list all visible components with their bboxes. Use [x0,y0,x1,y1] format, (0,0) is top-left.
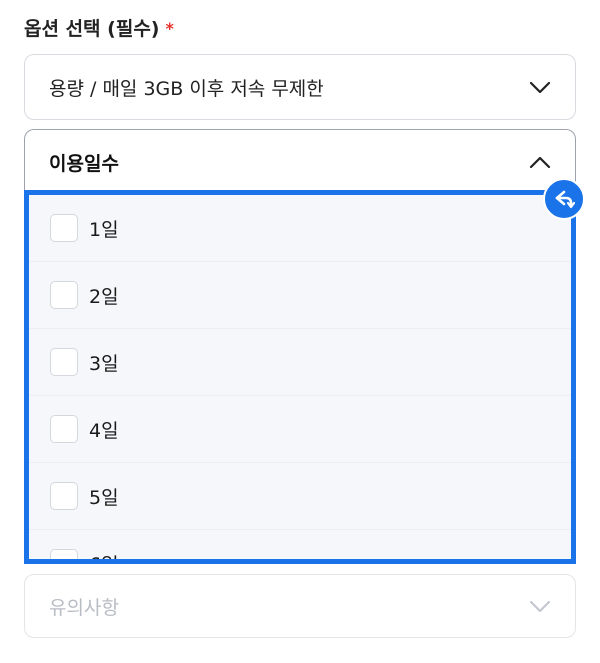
capacity-option-select[interactable]: 용량 / 매일 3GB 이후 저속 무제한 [24,54,576,120]
day-option-1[interactable]: 1일 [29,195,571,262]
days-option-list[interactable]: 1일 2일 3일 4일 5일 6일 [24,190,576,564]
day-option-label: 6일 [89,550,119,560]
day-option-label: 2일 [89,285,119,308]
notes-select[interactable]: 유의사항 [24,574,576,638]
chevron-down-icon [529,81,551,94]
days-dropdown-header[interactable]: 이용일수 [24,129,576,195]
swap-arrows-icon[interactable] [543,178,585,220]
checkbox[interactable] [50,415,78,443]
swap-arrows-glyph [555,190,576,209]
days-dropdown-title: 이용일수 [49,153,119,175]
checkbox[interactable] [50,281,78,309]
day-option-6[interactable]: 6일 [29,530,571,560]
day-option-label: 4일 [89,419,119,442]
option-selection-label-text: 옵션 선택 (필수) [24,18,160,40]
chevron-up-icon [529,156,551,168]
day-option-5[interactable]: 5일 [29,463,571,530]
day-option-label: 5일 [89,486,119,509]
day-option-label: 3일 [89,352,119,375]
day-option-3[interactable]: 3일 [29,329,571,396]
checkbox[interactable] [50,549,78,559]
notes-select-placeholder: 유의사항 [49,596,119,619]
chevron-down-icon [529,600,551,613]
checkbox[interactable] [50,348,78,376]
day-option-4[interactable]: 4일 [29,396,571,463]
option-selection-panel: 옵션 선택 (필수) * 용량 / 매일 3GB 이후 저속 무제한 이용일수 … [0,0,600,663]
checkbox[interactable] [50,214,78,242]
day-option-label: 1일 [89,218,119,241]
option-selection-label: 옵션 선택 (필수) * [24,14,174,41]
capacity-option-value: 용량 / 매일 3GB 이후 저속 무제한 [49,77,324,100]
checkbox[interactable] [50,482,78,510]
required-marker: * [165,19,174,38]
day-option-2[interactable]: 2일 [29,262,571,329]
